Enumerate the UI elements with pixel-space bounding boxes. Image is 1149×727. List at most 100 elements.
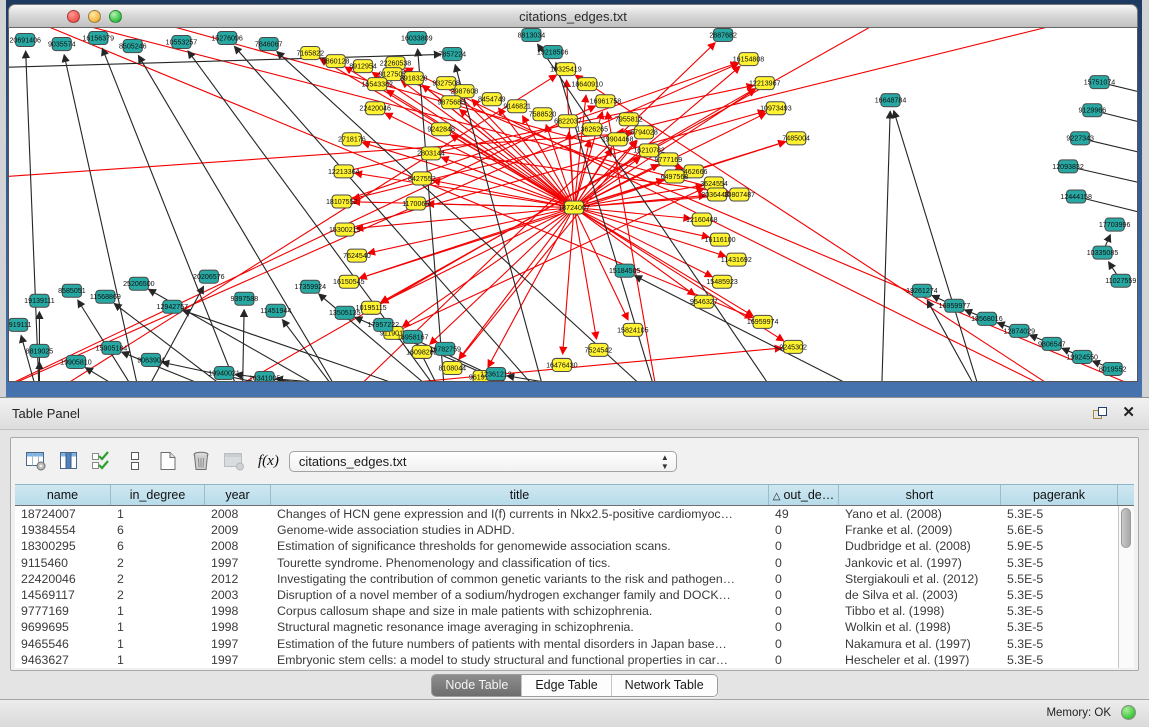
network-node[interactable]: 8427552	[408, 172, 436, 185]
table-row[interactable]: 1456911722003Disruption of a novel membe…	[15, 587, 1118, 603]
network-node[interactable]: 8918328	[400, 72, 428, 85]
table-cell[interactable]: 49	[769, 506, 839, 522]
table-cell[interactable]: 5.3E-5	[1001, 652, 1118, 668]
table-cell[interactable]: 9699695	[15, 619, 111, 635]
network-node[interactable]: 9875685	[437, 96, 465, 109]
network-node[interactable]: 9806547	[1038, 337, 1066, 350]
table-cell[interactable]: 1	[111, 619, 205, 635]
table-cell[interactable]: 2012	[205, 571, 271, 587]
table-cell[interactable]: 2	[111, 555, 205, 571]
table-cell[interactable]: Disruption of a novel member of a sodium…	[271, 587, 769, 603]
table-cell[interactable]: 2009	[205, 522, 271, 538]
column-header-name[interactable]: name	[15, 485, 111, 505]
network-node[interactable]: 8912954	[349, 60, 377, 73]
network-node[interactable]: 19139111	[24, 294, 55, 307]
network-node[interactable]: 7955812	[615, 113, 643, 126]
table-cell[interactable]: 2	[111, 587, 205, 603]
function-builder-button[interactable]: f(x)	[258, 453, 279, 470]
table-cell[interactable]: 2003	[205, 587, 271, 603]
network-node[interactable]: 9129966	[1079, 104, 1107, 117]
network-node[interactable]: 17703996	[1099, 218, 1131, 231]
network-node[interactable]: 9063904	[137, 353, 165, 366]
column-header-year[interactable]: year	[205, 485, 271, 505]
table-cell[interactable]: Hescheler et al. (1997)	[839, 652, 1001, 668]
table-cell[interactable]: Tourette syndrome. Phenomenology and cla…	[271, 555, 769, 571]
table-cell[interactable]: 6	[111, 538, 205, 554]
network-node[interactable]: 18640910	[571, 78, 603, 91]
network-node[interactable]: 12213364	[328, 165, 360, 178]
table-row[interactable]: 946362711997Embryonic stem cells: a mode…	[15, 652, 1118, 668]
float-panel-icon[interactable]	[1092, 406, 1108, 420]
network-node[interactable]: 7588520	[529, 108, 557, 121]
new-table-button[interactable]	[155, 448, 181, 474]
network-node[interactable]: 9777169	[655, 153, 683, 166]
table-cell[interactable]: 18724007	[15, 506, 111, 522]
network-node[interactable]: 9242848	[427, 123, 455, 136]
network-node[interactable]: 20691406	[9, 34, 41, 47]
tab-edge-table[interactable]: Edge Table	[521, 675, 610, 696]
table-cell[interactable]: Genome-wide association studies in ADHD.	[271, 522, 769, 538]
table-cell[interactable]: 9777169	[15, 603, 111, 619]
network-node[interactable]: 9035574	[48, 38, 76, 51]
network-node[interactable]: 11431692	[721, 253, 752, 266]
network-node[interactable]: 19905810	[60, 355, 92, 368]
table-cell[interactable]: 18300295	[15, 538, 111, 554]
table-row[interactable]: 911546021997Tourette syndrome. Phenomeno…	[15, 555, 1118, 571]
table-cell[interactable]: 9115460	[15, 555, 111, 571]
network-node[interactable]: 11451944	[260, 304, 291, 317]
memory-ok-indicator[interactable]	[1121, 705, 1136, 720]
network-node[interactable]: 12213967	[749, 77, 781, 90]
network-node[interactable]: 20206576	[193, 270, 225, 283]
network-node[interactable]: 19218506	[537, 46, 569, 59]
table-cell[interactable]: 5.3E-5	[1001, 603, 1118, 619]
table-row[interactable]: 969969511998Structural magnetic resonanc…	[15, 619, 1118, 635]
network-node[interactable]: 15751074	[1084, 76, 1116, 89]
table-row[interactable]: 2242004622012Investigating the contribut…	[15, 571, 1118, 587]
network-node[interactable]: 8108044	[438, 361, 466, 374]
delete-table-button[interactable]	[188, 448, 214, 474]
table-cell[interactable]: 5.3E-5	[1001, 506, 1118, 522]
network-node[interactable]: 15300215	[329, 223, 361, 236]
network-node[interactable]: 16150545	[333, 275, 365, 288]
table-cell[interactable]: 19384554	[15, 522, 111, 538]
network-node[interactable]: 7165822	[296, 47, 324, 60]
table-row[interactable]: 1938455462009Genome-wide association stu…	[15, 522, 1118, 538]
select-columns-button[interactable]	[89, 448, 115, 474]
network-node[interactable]: 3919111	[9, 318, 31, 331]
network-node[interactable]: 10553257	[166, 36, 198, 49]
table-cell[interactable]: 1997	[205, 652, 271, 668]
table-cell[interactable]: Nakamura et al. (1997)	[839, 636, 1001, 652]
table-cell[interactable]: 9465546	[15, 636, 111, 652]
table-cell[interactable]: 1997	[205, 555, 271, 571]
table-cell[interactable]: Corpus callosum shape and size in male p…	[271, 603, 769, 619]
network-node[interactable]: 9146821	[503, 100, 531, 113]
table-selector-dropdown[interactable]: citations_edges.txt ▲▼	[289, 451, 677, 472]
column-header-pagerank[interactable]: pagerank	[1001, 485, 1118, 505]
table-cell[interactable]: 5.3E-5	[1001, 587, 1118, 603]
table-cell[interactable]: 5.5E-5	[1001, 571, 1118, 587]
table-cell[interactable]: Wolkin et al. (1998)	[839, 619, 1001, 635]
show-column-button[interactable]	[56, 448, 82, 474]
network-node[interactable]: 7524542	[585, 343, 613, 356]
table-cell[interactable]: Franke et al. (2009)	[839, 522, 1001, 538]
network-node[interactable]: 6497568	[661, 170, 689, 183]
table-cell[interactable]: 1998	[205, 603, 271, 619]
table-cell[interactable]: 22420046	[15, 571, 111, 587]
table-cell[interactable]: 2008	[205, 538, 271, 554]
row-height-button[interactable]	[122, 448, 148, 474]
network-node[interactable]: 2718176	[338, 133, 366, 146]
table-cell[interactable]: 2008	[205, 506, 271, 522]
network-node[interactable]: 8813034	[518, 29, 546, 42]
network-node[interactable]: 9397588	[231, 292, 259, 305]
network-node[interactable]: 1170066	[402, 197, 429, 210]
network-node[interactable]: 8585051	[58, 284, 86, 297]
network-node[interactable]: 7857224	[438, 48, 466, 61]
table-cell[interactable]: 14569117	[15, 587, 111, 603]
network-node[interactable]: 15824105	[617, 323, 649, 336]
table-cell[interactable]: 0	[769, 571, 839, 587]
table-row[interactable]: 1872400712008Changes of HCN gene express…	[15, 506, 1118, 522]
table-cell[interactable]: Estimation of the future numbers of pati…	[271, 636, 769, 652]
network-node[interactable]: 15485923	[706, 275, 738, 288]
network-node[interactable]: 2803144	[417, 147, 445, 160]
network-node[interactable]: 12160468	[686, 213, 718, 226]
